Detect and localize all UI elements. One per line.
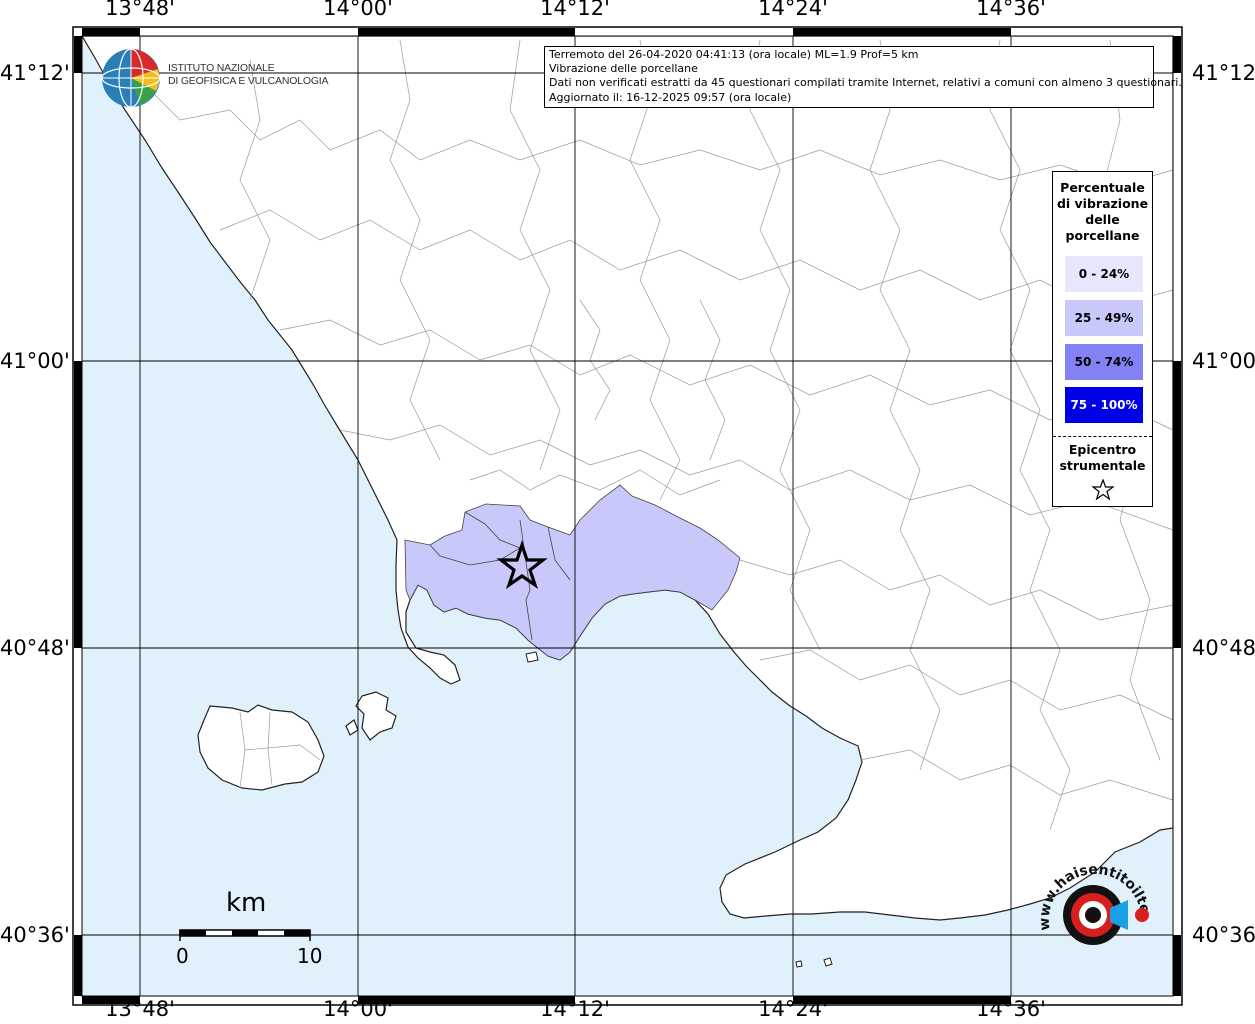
legend-swatch-50-74: 50 - 74% [1065, 344, 1143, 380]
star-icon [1091, 479, 1115, 501]
legend-swatch-25-49: 25 - 49% [1065, 300, 1143, 336]
legend-title: Percentuale di vibrazione delle porcella… [1053, 180, 1152, 244]
scale-bar [179, 929, 311, 941]
lat-label-left-4: 40°36' [0, 923, 70, 947]
legend-epicenter-line: Epicentro [1068, 442, 1137, 457]
lat-label-left-2: 41°00' [0, 349, 70, 373]
lat-label-left-3: 40°48' [0, 636, 70, 660]
data-note: Dati non verificati estratti da 45 quest… [549, 76, 1182, 90]
legend-swatch-75-100: 75 - 100% [1065, 387, 1143, 423]
haisentito-logo: www.haisentitoilterremoto.it [1030, 860, 1153, 945]
legend-title-line: porcellane [1065, 228, 1140, 243]
lon-label-top-4: 14°24' [758, 0, 828, 20]
lon-label-bottom-3: 14°12' [540, 997, 610, 1021]
lon-label-top-3: 14°12' [540, 0, 610, 20]
lon-label-bottom-5: 14°36' [976, 997, 1046, 1021]
event-info-box: Terremoto del 26-04-2020 04:41:13 (ora l… [544, 46, 1182, 108]
legend-title-line: delle [1085, 212, 1120, 227]
update-time: Aggiornato il: 16-12-2025 09:57 (ora loc… [549, 90, 792, 104]
legend-swatch-0-24: 0 - 24% [1065, 256, 1143, 292]
lon-label-bottom-4: 14°24' [758, 997, 828, 1021]
scale-start-label: 0 [176, 944, 189, 968]
ingv-logo-text: ISTITUTO NAZIONALE DI GEOFISICA E VULCAN… [168, 62, 329, 88]
lon-label-top-1: 13°48' [105, 0, 175, 20]
legend: Percentuale di vibrazione delle porcella… [1052, 171, 1153, 507]
legend-divider [1053, 436, 1152, 437]
legend-epicenter-line: strumentale [1059, 458, 1146, 473]
legend-title-line: Percentuale [1060, 180, 1145, 195]
lat-label-left-1: 41°12' [0, 61, 70, 85]
lon-label-bottom-2: 14°00' [323, 997, 393, 1021]
scale-end-label: 10 [297, 944, 323, 968]
legend-epicenter-label: Epicentro strumentale [1053, 442, 1152, 474]
event-title: Terremoto del 26-04-2020 04:41:13 (ora l… [549, 48, 919, 61]
lon-label-bottom-1: 13°48' [105, 997, 175, 1021]
lat-label-right-3: 40°48' [1192, 636, 1255, 660]
lat-label-right-1: 41°12' [1192, 61, 1255, 85]
legend-title-line: di vibrazione [1056, 196, 1149, 211]
ingv-logo-line2: DI GEOFISICA E VULCANOLOGIA [168, 75, 329, 87]
map-subject: Vibrazione delle porcellane [549, 62, 698, 76]
lat-label-right-4: 40°36' [1192, 923, 1255, 947]
lon-label-top-2: 14°00' [323, 0, 393, 20]
ingv-logo-line1: ISTITUTO NAZIONALE [168, 62, 275, 74]
lat-label-right-2: 41°00' [1192, 349, 1255, 373]
lon-label-top-5: 14°36' [976, 0, 1046, 20]
ingv-globe-logo [101, 48, 161, 108]
